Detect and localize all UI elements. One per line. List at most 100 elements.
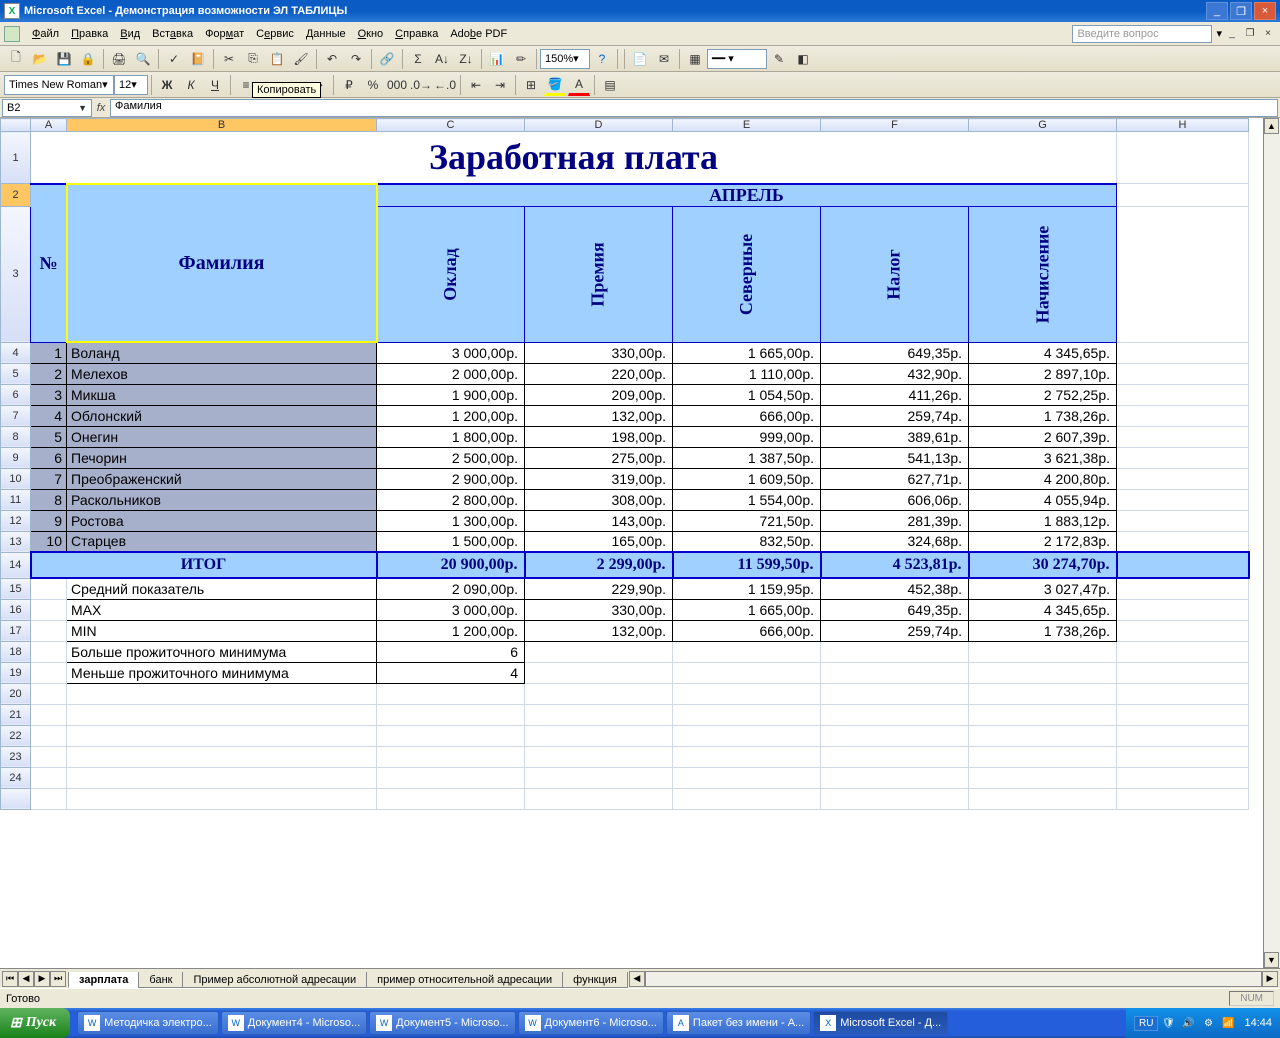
cell-value[interactable]: 389,61р. bbox=[821, 426, 969, 447]
cell-name[interactable]: Ростова bbox=[67, 510, 377, 531]
spreadsheet-grid[interactable]: A B C D E F G H 1 Заработная плата 2 № Ф… bbox=[0, 118, 1250, 810]
extra-icon[interactable]: ▤ bbox=[599, 74, 621, 96]
header-month[interactable]: АПРЕЛЬ bbox=[377, 184, 1117, 207]
tray-icon[interactable]: ⚙ bbox=[1200, 1015, 1216, 1031]
cell-value[interactable]: 2 800,00р. bbox=[377, 489, 525, 510]
pdf-icon[interactable]: 📄 bbox=[629, 48, 651, 70]
currency-icon[interactable]: ₽ bbox=[338, 74, 360, 96]
cell-num[interactable]: 4 bbox=[31, 405, 67, 426]
cell-value[interactable]: 1 054,50р. bbox=[673, 384, 821, 405]
name-box[interactable]: B2▼ bbox=[2, 99, 92, 117]
preview-icon[interactable]: 🔍 bbox=[132, 48, 154, 70]
header-col[interactable]: Налог bbox=[821, 206, 969, 342]
underline-icon[interactable]: Ч bbox=[204, 74, 226, 96]
new-icon[interactable]: 🗋 bbox=[5, 48, 27, 70]
extra-label[interactable]: Меньше прожиточного минимума bbox=[67, 662, 377, 683]
scroll-right-icon[interactable]: ▶ bbox=[1262, 971, 1278, 987]
permission-icon[interactable]: 🔒 bbox=[77, 48, 99, 70]
help-search-input[interactable] bbox=[1072, 25, 1212, 43]
taskbar-item[interactable]: WДокумент6 - Microso... bbox=[518, 1011, 664, 1035]
row-header[interactable]: 23 bbox=[1, 746, 31, 767]
cell-value[interactable]: 2 900,00р. bbox=[377, 468, 525, 489]
row-header[interactable]: 11 bbox=[1, 489, 31, 510]
total-cell[interactable]: 20 900,00р. bbox=[377, 552, 525, 578]
cell-value[interactable]: 627,71р. bbox=[821, 468, 969, 489]
start-button[interactable]: ⊞ Пуск bbox=[0, 1008, 70, 1038]
cell-value[interactable]: 1 900,00р. bbox=[377, 384, 525, 405]
row-header[interactable]: 13 bbox=[1, 531, 31, 552]
row-header[interactable]: 16 bbox=[1, 599, 31, 620]
stat-value[interactable]: 2 090,00р. bbox=[377, 578, 525, 599]
row-header[interactable]: 3 bbox=[1, 206, 31, 342]
stat-value[interactable]: 3 000,00р. bbox=[377, 599, 525, 620]
cell-value[interactable]: 220,00р. bbox=[525, 363, 673, 384]
row-header[interactable]: 2 bbox=[1, 184, 31, 207]
open-icon[interactable]: 📂 bbox=[29, 48, 51, 70]
menu-adobe[interactable]: Adobe PDF bbox=[444, 25, 513, 43]
cell-name[interactable]: Преображенский bbox=[67, 468, 377, 489]
extra-value[interactable]: 6 bbox=[377, 641, 525, 662]
autosum-icon[interactable]: Σ bbox=[407, 48, 429, 70]
paste-icon[interactable]: 📋 bbox=[266, 48, 288, 70]
cell-value[interactable]: 2 607,39р. bbox=[969, 426, 1117, 447]
row-header[interactable]: 1 bbox=[1, 132, 31, 184]
menu-help[interactable]: Справка bbox=[389, 25, 444, 43]
stat-value[interactable]: 330,00р. bbox=[525, 599, 673, 620]
decrease-decimal-icon[interactable]: ←.0 bbox=[434, 74, 456, 96]
increase-indent-icon[interactable]: ⇥ bbox=[489, 74, 511, 96]
col-header[interactable]: B bbox=[67, 119, 377, 132]
cell-value[interactable]: 3 000,00р. bbox=[377, 342, 525, 363]
save-icon[interactable]: 💾 bbox=[53, 48, 75, 70]
cell-value[interactable]: 2 000,00р. bbox=[377, 363, 525, 384]
cell-value[interactable]: 1 738,26р. bbox=[969, 405, 1117, 426]
bold-icon[interactable]: Ж bbox=[156, 74, 178, 96]
row-header[interactable]: 10 bbox=[1, 468, 31, 489]
stat-value[interactable]: 1 738,26р. bbox=[969, 620, 1117, 641]
cell-value[interactable]: 4 200,80р. bbox=[969, 468, 1117, 489]
cell-value[interactable]: 198,00р. bbox=[525, 426, 673, 447]
extra-value[interactable]: 4 bbox=[377, 662, 525, 683]
menu-insert[interactable]: Вставка bbox=[146, 25, 199, 43]
sheet-title[interactable]: Заработная плата bbox=[31, 132, 1117, 184]
total-cell[interactable]: 2 299,00р. bbox=[525, 552, 673, 578]
menu-window[interactable]: Окно bbox=[352, 25, 390, 43]
cell-value[interactable]: 432,90р. bbox=[821, 363, 969, 384]
cell-name[interactable]: Мелехов bbox=[67, 363, 377, 384]
copy-icon[interactable]: ⎘ bbox=[242, 48, 264, 70]
chart-icon[interactable]: 📊 bbox=[486, 48, 508, 70]
sort-asc-icon[interactable]: A↓ bbox=[431, 48, 453, 70]
cell-name[interactable]: Микша bbox=[67, 384, 377, 405]
hyperlink-icon[interactable]: 🔗 bbox=[376, 48, 398, 70]
stat-value[interactable]: 3 027,47р. bbox=[969, 578, 1117, 599]
cell-num[interactable]: 6 bbox=[31, 447, 67, 468]
row-header[interactable]: 17 bbox=[1, 620, 31, 641]
drawing-icon[interactable]: ✏ bbox=[510, 48, 532, 70]
cell-value[interactable]: 330,00р. bbox=[525, 342, 673, 363]
cell-value[interactable]: 411,26р. bbox=[821, 384, 969, 405]
cell-value[interactable]: 832,50р. bbox=[673, 531, 821, 552]
cell-value[interactable]: 1 387,50р. bbox=[673, 447, 821, 468]
scroll-down-icon[interactable]: ▼ bbox=[1264, 952, 1279, 968]
clock[interactable]: 14:44 bbox=[1244, 1017, 1272, 1029]
tab-next-icon[interactable]: ▶ bbox=[34, 971, 50, 987]
stat-value[interactable]: 1 200,00р. bbox=[377, 620, 525, 641]
cell-value[interactable]: 999,00р. bbox=[673, 426, 821, 447]
tray-icon[interactable]: 📶 bbox=[1220, 1015, 1236, 1031]
sort-desc-icon[interactable]: Z↓ bbox=[455, 48, 477, 70]
cell-value[interactable]: 281,39р. bbox=[821, 510, 969, 531]
row-header[interactable]: 24 bbox=[1, 767, 31, 788]
menu-view[interactable]: Вид bbox=[114, 25, 146, 43]
cell-num[interactable]: 2 bbox=[31, 363, 67, 384]
cell-num[interactable]: 10 bbox=[31, 531, 67, 552]
total-cell[interactable]: 30 274,70р. bbox=[969, 552, 1117, 578]
col-header[interactable]: H bbox=[1117, 119, 1249, 132]
cell-value[interactable]: 259,74р. bbox=[821, 405, 969, 426]
format-painter-icon[interactable]: 🖌 bbox=[290, 48, 312, 70]
menu-file[interactable]: Файл bbox=[26, 25, 65, 43]
total-label[interactable]: ИТОГ bbox=[31, 552, 377, 578]
vertical-scrollbar[interactable]: ▲ ▼ bbox=[1263, 118, 1280, 968]
stat-value[interactable]: 229,90р. bbox=[525, 578, 673, 599]
select-all-corner[interactable] bbox=[1, 119, 31, 132]
extra-label[interactable]: Больше прожиточного минимума bbox=[67, 641, 377, 662]
percent-icon[interactable]: % bbox=[362, 74, 384, 96]
